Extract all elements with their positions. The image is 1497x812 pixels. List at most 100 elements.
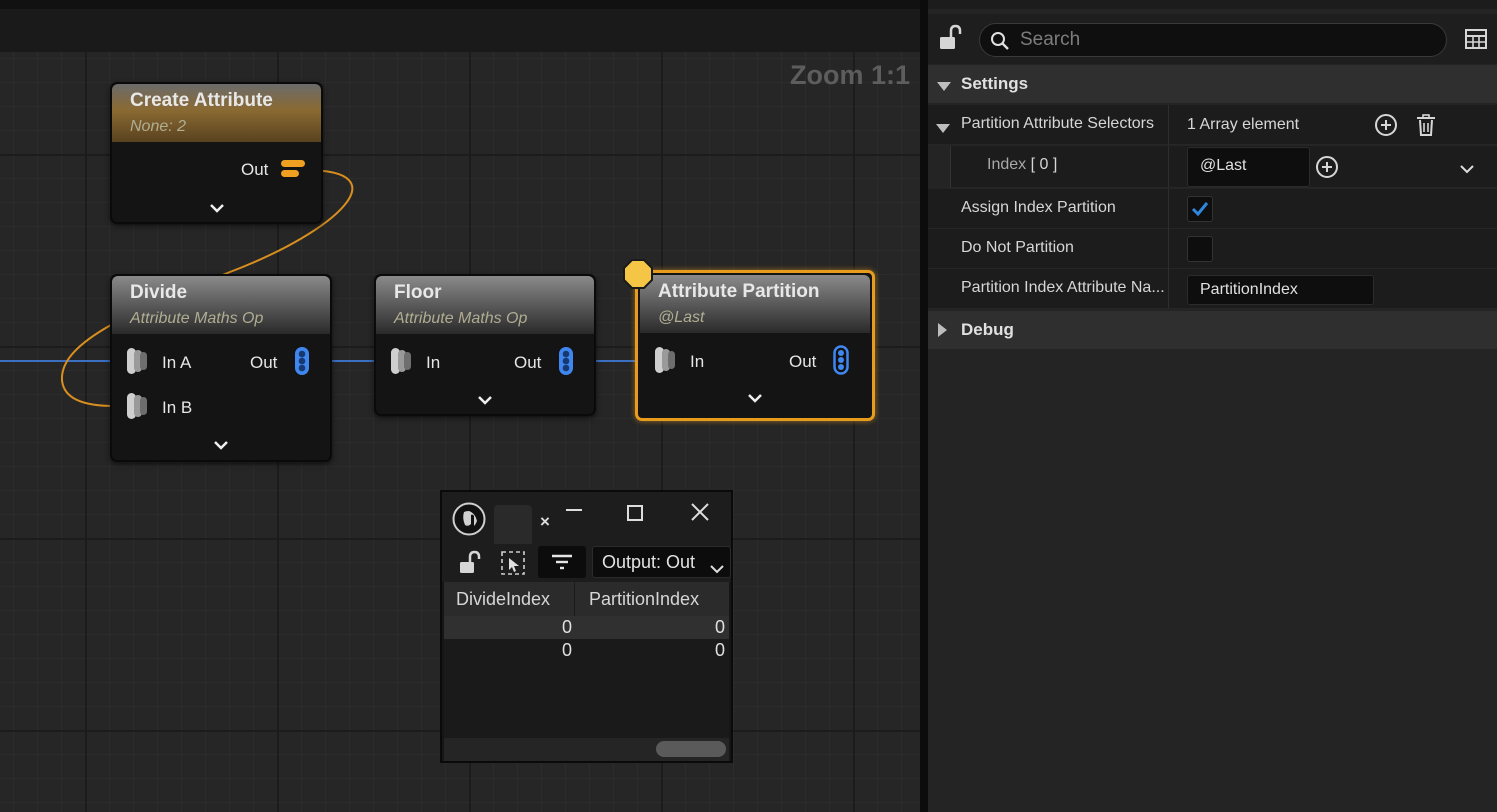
- node-title: Divide: [130, 282, 188, 303]
- search-icon: [990, 31, 1010, 51]
- expand-triangle-icon: [938, 323, 948, 342]
- panel-splitter[interactable]: [920, 0, 928, 812]
- expand-triangle-icon[interactable]: [936, 121, 950, 139]
- unreal-logo-icon: [452, 502, 486, 536]
- node-title: Floor: [394, 282, 442, 303]
- chevron-down-icon: [710, 558, 724, 579]
- minimize-button[interactable]: [564, 500, 584, 520]
- scrollbar-thumb[interactable]: [656, 741, 726, 757]
- out-pin-blue-icon[interactable]: [558, 346, 574, 376]
- array-count: 1 Array element: [1187, 116, 1300, 133]
- close-window-button[interactable]: [690, 502, 710, 522]
- collapse-triangle-icon: [937, 79, 951, 97]
- in-pin-icon[interactable]: [388, 346, 416, 376]
- out-pin-label: Out: [789, 352, 817, 371]
- column-header[interactable]: DivideIndex: [456, 589, 550, 610]
- in-a-pin-label: In A: [162, 353, 192, 372]
- attribute-table: DivideIndex PartitionIndex: [444, 582, 729, 616]
- node-subtitle: @Last: [658, 309, 705, 326]
- table-cell: 0: [714, 640, 725, 660]
- attribute-list-window[interactable]: × Output: Out DivideIndex PartitionIndex…: [440, 490, 733, 763]
- expand-chevron-icon[interactable]: [206, 200, 228, 216]
- node-header[interactable]: Create Attribute None: 2: [112, 84, 321, 142]
- search-box[interactable]: [979, 23, 1447, 57]
- search-input[interactable]: [1020, 26, 1430, 54]
- out-pin-blue-outline-icon[interactable]: [833, 345, 849, 375]
- debug-marker-icon[interactable]: [622, 258, 654, 290]
- node-subtitle: None: 2: [130, 118, 187, 135]
- maximize-button[interactable]: [627, 505, 643, 521]
- property-label: Assign Index Partition: [961, 199, 1116, 216]
- table-row[interactable]: 0 0: [444, 639, 729, 662]
- out-pin-orange-icon[interactable]: [280, 159, 308, 179]
- property-matrix-icon[interactable]: [1464, 27, 1488, 51]
- section-settings[interactable]: Settings: [928, 65, 1497, 103]
- in-pin-icon[interactable]: [652, 345, 680, 375]
- property-label: Partition Attribute Selectors: [961, 115, 1154, 132]
- node-title: Attribute Partition: [658, 281, 820, 302]
- add-element-icon[interactable]: [1374, 113, 1398, 137]
- graph-toolbar-strip: [0, 0, 920, 52]
- out-pin-blue-icon[interactable]: [294, 346, 310, 376]
- column-header[interactable]: PartitionIndex: [589, 589, 699, 610]
- do-not-partition-checkbox[interactable]: [1187, 236, 1213, 262]
- table-header: DivideIndex PartitionIndex: [444, 582, 729, 616]
- trash-icon[interactable]: [1414, 113, 1438, 137]
- property-row-assign-index-partition: Assign Index Partition: [928, 189, 1497, 229]
- node-header[interactable]: Attribute Partition @Last: [640, 275, 870, 333]
- output-pin-select[interactable]: Output: Out: [592, 546, 731, 578]
- node-floor[interactable]: Floor Attribute Maths Op In Out: [374, 274, 596, 416]
- partition-index-name-input[interactable]: PartitionIndex: [1187, 275, 1374, 305]
- property-row-partition-attribute-selectors: Partition Attribute Selectors 1 Array el…: [928, 105, 1497, 145]
- in-pin-label: In: [690, 352, 705, 371]
- add-icon[interactable]: [1315, 155, 1339, 179]
- in-a-pin-icon[interactable]: [115, 346, 152, 376]
- filter-button[interactable]: [538, 546, 586, 578]
- table-row[interactable]: 0 0: [444, 616, 729, 639]
- zoom-label: Zoom 1:1: [789, 60, 910, 90]
- property-row-partition-index-attribute-name: Partition Index Attribute Na... Partitio…: [928, 269, 1497, 309]
- out-pin-label: Out: [514, 353, 542, 372]
- property-label: Do Not Partition: [961, 239, 1074, 256]
- output-select-value: Output: Out: [602, 552, 696, 572]
- details-toolbar: [928, 14, 1497, 64]
- lock-open-icon[interactable]: [458, 550, 482, 576]
- node-title: Create Attribute: [130, 90, 273, 111]
- property-row-index-0: Index [ 0 ] @Last: [928, 146, 1497, 188]
- details-panel: Settings Partition Attribute Selectors 1…: [928, 0, 1497, 812]
- in-pin-label: In: [426, 353, 441, 372]
- lock-open-icon[interactable]: [938, 24, 964, 52]
- table-body: 0 0 0 0: [444, 616, 729, 738]
- table-cell: 0: [561, 640, 572, 660]
- property-label: Partition Index Attribute Na...: [961, 279, 1165, 296]
- node-header[interactable]: Divide Attribute Maths Op: [112, 276, 330, 334]
- window-tab[interactable]: [494, 505, 532, 544]
- out-pin-label: Out: [250, 353, 278, 372]
- section-debug[interactable]: Debug: [928, 311, 1497, 349]
- property-row-do-not-partition: Do Not Partition: [928, 229, 1497, 269]
- window-titlebar[interactable]: ×: [442, 492, 731, 544]
- assign-index-partition-checkbox[interactable]: [1187, 196, 1213, 222]
- graph-canvas[interactable]: Zoom 1:1 Create Attribute None: 2 Out Di…: [0, 0, 920, 812]
- chevron-down-icon[interactable]: [1460, 161, 1474, 179]
- in-b-pin-label: In B: [162, 398, 193, 417]
- node-attribute-partition[interactable]: Attribute Partition @Last In Out: [635, 270, 875, 421]
- panel-tab-strip: [928, 0, 1497, 9]
- horizontal-scrollbar[interactable]: [444, 738, 729, 761]
- table-cell: 0: [561, 617, 572, 637]
- in-b-pin-icon[interactable]: [124, 391, 152, 421]
- node-header[interactable]: Floor Attribute Maths Op: [376, 276, 594, 334]
- select-actor-icon[interactable]: [500, 550, 526, 576]
- property-label: Index [ 0 ]: [987, 156, 1058, 173]
- tab-close-button[interactable]: ×: [540, 512, 550, 532]
- expand-chevron-icon[interactable]: [210, 437, 232, 453]
- section-title: Debug: [961, 320, 1014, 339]
- expand-chevron-icon[interactable]: [744, 390, 766, 406]
- node-create-attribute[interactable]: Create Attribute None: 2 Out: [110, 82, 323, 224]
- selector-input[interactable]: @Last: [1187, 147, 1310, 187]
- section-title: Settings: [961, 74, 1029, 93]
- expand-chevron-icon[interactable]: [474, 392, 496, 408]
- node-divide[interactable]: Divide Attribute Maths Op In A Out In B: [110, 274, 332, 462]
- node-subtitle: Attribute Maths Op: [130, 310, 264, 327]
- table-cell: 0: [714, 617, 725, 637]
